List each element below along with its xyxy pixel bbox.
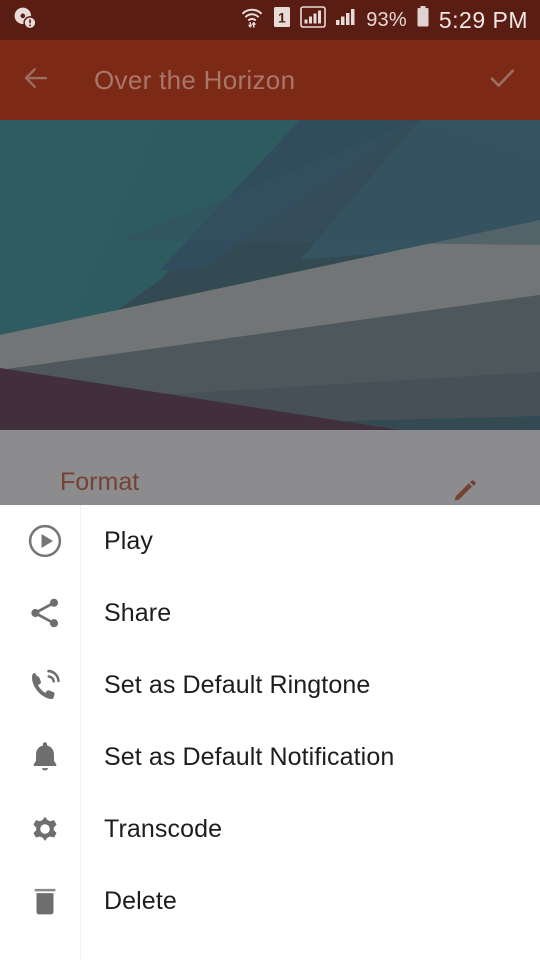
svg-text:1: 1 <box>278 10 286 26</box>
status-bar-left <box>12 5 38 36</box>
status-bar: 1 93% 5:29 PM <box>0 0 540 40</box>
menu-item-share[interactable]: Share <box>0 577 540 649</box>
battery-full-icon <box>415 5 431 35</box>
menu-item-set-notification[interactable]: Set as Default Notification <box>0 721 540 793</box>
menu-item-set-ringtone[interactable]: Set as Default Ringtone <box>0 649 540 721</box>
battery-percent: 93% <box>366 8 407 31</box>
menu-item-label: Set as Default Notification <box>104 742 395 771</box>
back-button[interactable] <box>0 40 72 120</box>
menu-item-delete[interactable]: Delete <box>0 865 540 937</box>
confirm-button[interactable] <box>464 40 540 120</box>
bell-icon <box>18 730 72 784</box>
menu-item-label: Play <box>104 526 154 555</box>
gear-icon <box>18 802 72 856</box>
signal-bars-icon <box>334 5 358 35</box>
menu-item-label: Set as Default Ringtone <box>104 670 371 699</box>
menu-item-label: Delete <box>104 886 177 915</box>
signal-boxed-icon <box>300 5 327 35</box>
menu-item-play[interactable]: Play <box>0 505 540 577</box>
wifi-transfer-icon <box>240 5 264 35</box>
page-title: Over the Horizon <box>94 64 296 95</box>
status-bar-right: 1 93% 5:29 PM <box>240 5 528 35</box>
menu-item-transcode[interactable]: Transcode <box>0 793 540 865</box>
ringtone-phone-icon <box>18 658 72 712</box>
menu-item-label: Share <box>104 598 172 627</box>
sim-one-icon: 1 <box>272 5 292 35</box>
share-icon <box>18 586 72 640</box>
menu-item-label: Transcode <box>104 814 223 843</box>
context-action-sheet: Play Share Set as Default Ringtone Set a… <box>0 505 540 960</box>
play-circle-icon <box>18 514 72 568</box>
status-clock: 5:29 PM <box>438 6 528 33</box>
disc-info-icon <box>12 5 38 36</box>
back-arrow-icon <box>21 63 51 98</box>
trash-icon <box>18 874 72 928</box>
app-bar: Over the Horizon <box>0 40 540 120</box>
check-icon <box>486 62 518 99</box>
phone-screen: 1 93% 5:29 PM Over the Horizon Play Shar… <box>0 0 540 960</box>
dim-overlay[interactable] <box>0 120 540 505</box>
